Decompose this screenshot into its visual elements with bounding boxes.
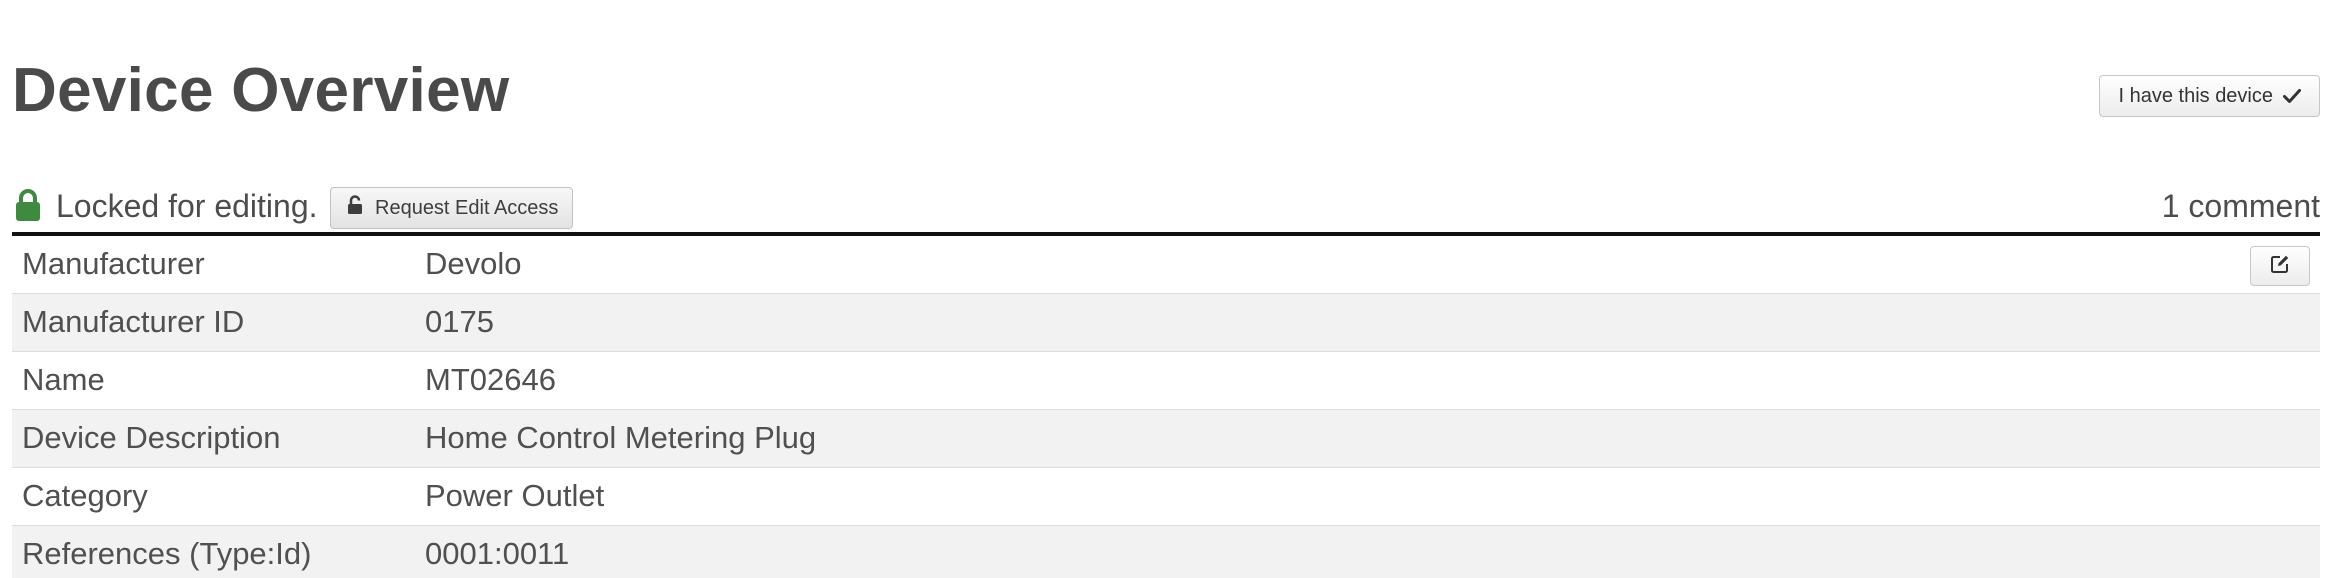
row-label: Category: [22, 478, 148, 513]
row-value: Power Outlet: [425, 478, 605, 513]
unlock-icon: [347, 195, 363, 221]
row-value: 0001:0011: [425, 536, 570, 571]
lock-icon: [14, 188, 42, 222]
row-label: Manufacturer ID: [22, 304, 245, 339]
request-edit-access-button[interactable]: Request Edit Access: [330, 187, 574, 229]
lock-status-bar: Locked for editing. Request Edit Access …: [12, 182, 2320, 232]
table-row-references: References (Type:Id) 0001:0011: [12, 526, 2320, 578]
request-edit-access-label: Request Edit Access: [375, 196, 559, 219]
row-value: 0175: [425, 304, 494, 339]
row-value: MT02646: [425, 362, 556, 397]
device-overview-page: Device Overview I have this device Locke…: [0, 0, 2332, 578]
have-device-label: I have this device: [2118, 84, 2273, 107]
page-title: Device Overview: [12, 56, 510, 125]
i-have-this-device-button[interactable]: I have this device: [2099, 75, 2320, 117]
device-details-table: Manufacturer Devolo Manufacturer ID 0175…: [12, 232, 2320, 578]
table-row-manufacturer-id: Manufacturer ID 0175: [12, 294, 2320, 352]
row-value: Home Control Metering Plug: [425, 420, 817, 455]
row-label: Name: [22, 362, 105, 397]
locked-status-text: Locked for editing.: [56, 188, 318, 224]
page-header: Device Overview I have this device: [12, 0, 2320, 150]
table-row-category: Category Power Outlet: [12, 468, 2320, 526]
table-row-device-description: Device Description Home Control Metering…: [12, 410, 2320, 468]
row-label: Manufacturer: [22, 246, 205, 281]
comments-link[interactable]: 1 comment: [2162, 186, 2320, 226]
edit-button[interactable]: [2250, 246, 2310, 286]
row-label: References (Type:Id): [22, 536, 312, 571]
row-value: Devolo: [425, 246, 522, 281]
table-row-manufacturer: Manufacturer Devolo: [12, 236, 2320, 294]
check-icon: [2283, 88, 2301, 104]
table-row-name: Name MT02646: [12, 352, 2320, 410]
row-label: Device Description: [22, 420, 281, 455]
edit-icon: [2270, 254, 2290, 279]
